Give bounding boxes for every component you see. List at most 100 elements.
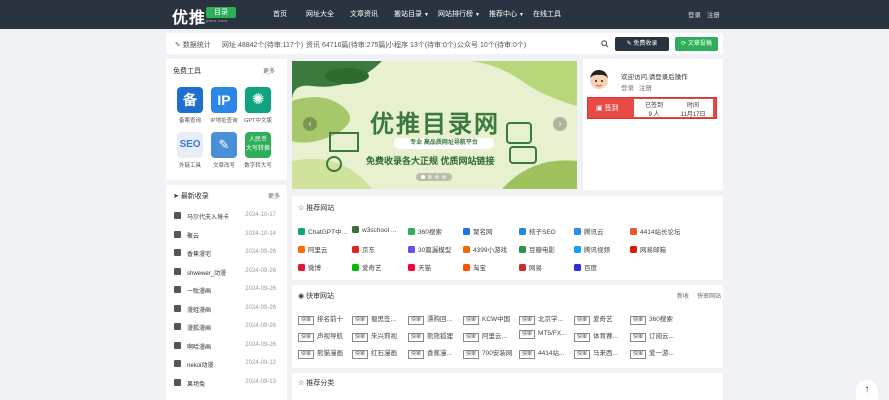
nav-recommend[interactable]: 推荐中心 ▼	[489, 9, 524, 19]
fast-site[interactable]: 快审 漂购回...	[408, 313, 452, 325]
fast-site[interactable]: 快审 蜀思签...	[352, 313, 396, 325]
fast-site[interactable]: 快审 700安装网	[463, 347, 512, 359]
login-link[interactable]: 登录	[688, 12, 701, 19]
news-item[interactable]: 聚云 2024-10-14	[172, 228, 280, 242]
recommend-site[interactable]: 网易	[519, 262, 542, 272]
back-to-top-button[interactable]: ↑	[856, 380, 878, 400]
fast-tag: 快审	[408, 333, 425, 342]
site-label: 爱奇艺	[362, 265, 382, 272]
tool-rewrite[interactable]: ✎ 文章改写	[209, 132, 239, 169]
fast-site[interactable]: 快审 爱一游...	[630, 347, 674, 359]
fast-tag: 快审	[408, 350, 425, 359]
user-login-link[interactable]: 登录	[621, 85, 634, 92]
fast-site[interactable]: 快审 爱奇艺	[574, 313, 613, 325]
news-item[interactable]: 啊哈漫画 2024-09-26	[172, 339, 280, 353]
fast-site[interactable]: 快审 红石漫画	[352, 347, 397, 359]
fast-site[interactable]: 快审 360搜索	[630, 313, 673, 325]
recommend-site[interactable]: 京东	[352, 244, 375, 254]
site-label: 360搜索	[418, 229, 442, 236]
recommend-site[interactable]: 百度	[574, 262, 597, 272]
fast-site[interactable]: 快审 4414站...	[519, 347, 564, 359]
fast-tab-review[interactable]: 快审网站	[697, 291, 721, 300]
tool-rmb[interactable]: 人民币 大写转换 数字转大写	[243, 132, 273, 169]
fast-site[interactable]: 快审 熊猫漫画	[298, 347, 344, 359]
carousel-dot[interactable]	[428, 175, 432, 179]
news-item[interactable]: 果场兔 2024-09-13	[172, 376, 280, 390]
tool-seo[interactable]: SEO 外链工具	[175, 132, 205, 169]
news-item[interactable]: 漫狐漫画 2024-09-26	[172, 320, 280, 334]
submit-site-button[interactable]: ✎ 免费收录	[615, 37, 669, 51]
site-label: 30篇漏模型	[418, 247, 452, 254]
fast-site[interactable]: 快审 熊熊狐狸	[408, 330, 453, 342]
tools-more-link[interactable]: 更多	[263, 66, 275, 75]
post-article-button[interactable]: ⟳ 文章投稿	[675, 37, 718, 51]
fast-site[interactable]: 快审 马来西...	[574, 347, 618, 359]
fast-site[interactable]: 快审 KCW中国	[463, 313, 510, 325]
fast-site[interactable]: 快审 阿里云...	[463, 330, 507, 342]
fast-site[interactable]: 快审 香蕉漫...	[408, 347, 452, 359]
nav-tools[interactable]: 在线工具	[533, 9, 561, 19]
news-item[interactable]: shwewer_动漫 2024-09-26	[172, 265, 280, 279]
star-icon: ☆	[298, 380, 307, 387]
carousel-next-button[interactable]: ›	[553, 117, 567, 131]
fast-site[interactable]: 快审 体育赛...	[574, 330, 618, 342]
fast-site[interactable]: 快审 订阅云...	[630, 330, 674, 342]
recommend-site[interactable]: w3school ...	[352, 226, 396, 236]
recommend-site[interactable]: 30篇漏模型	[408, 244, 451, 254]
recommend-site[interactable]: 桔子SEO	[519, 226, 556, 236]
recommend-site[interactable]: 聚名网	[463, 226, 493, 236]
tool-ip[interactable]: IP IP地址查询	[209, 87, 239, 124]
site-logo[interactable]: 优推 目录 ytmu.com	[172, 4, 238, 27]
nav-ranking[interactable]: 网站排行榜 ▼	[438, 9, 480, 19]
news-icon	[174, 230, 181, 238]
fast-site[interactable]: 快审 MT5/FX...	[519, 330, 567, 340]
site-label: 声视导航	[317, 333, 344, 340]
register-link[interactable]: 注册	[707, 12, 720, 19]
recommend-site[interactable]: 360搜索	[408, 226, 442, 236]
carousel-dot[interactable]	[442, 175, 446, 179]
nav-articles[interactable]: 文章资讯	[350, 9, 378, 19]
recommend-site[interactable]: 阿里云	[298, 244, 328, 254]
recommend-site[interactable]: ChatGPT中...	[298, 226, 347, 236]
nav-directory[interactable]: 搬站目录 ▼	[394, 9, 429, 19]
news-item[interactable]: 漫蛙漫画 2024-09-26	[172, 302, 280, 316]
recommend-site[interactable]: 豆瓣电影	[519, 244, 555, 254]
user-register-link[interactable]: 注册	[639, 85, 652, 92]
carousel-prev-button[interactable]: ‹	[303, 117, 317, 131]
recommend-site[interactable]: 4414站长论坛	[630, 226, 680, 236]
recommend-site[interactable]: 4399小游戏	[463, 244, 507, 254]
news-item[interactable]: 香蕉漫宅 2024-09-26	[172, 246, 280, 260]
fast-site[interactable]: 快审 排名前十	[298, 313, 343, 325]
fast-site[interactable]: 快审 声视导航	[298, 330, 344, 342]
fast-tag: 快审	[630, 316, 647, 325]
news-item[interactable]: 马尔代夫入境卡 2024-10-17	[172, 209, 280, 223]
fast-site[interactable]: 快审 朱兴莉视	[352, 330, 397, 342]
recommend-site[interactable]: 微博	[298, 262, 321, 272]
site-label: 熊猫漫画	[317, 350, 344, 357]
site-label: 腾讯云	[584, 229, 604, 236]
recommend-site[interactable]: 爱奇艺	[352, 262, 382, 272]
news-more-link[interactable]: 更多	[268, 191, 280, 200]
carousel-dot[interactable]	[435, 175, 439, 179]
tool-beian[interactable]: 备 备案查询	[175, 87, 205, 124]
fast-tab-new[interactable]: 新收	[677, 291, 689, 300]
site-favicon-icon	[463, 264, 470, 271]
signin-button[interactable]: ▣ 签到	[596, 103, 619, 113]
nav-sites[interactable]: 网址大全	[306, 9, 334, 19]
search-icon[interactable]	[601, 40, 609, 48]
nav-home[interactable]: 首页	[273, 9, 287, 19]
tool-gpt[interactable]: ✺ GPT中文版	[243, 87, 273, 124]
fast-site[interactable]: 快审 北京学...	[519, 313, 563, 325]
hero-carousel[interactable]: 优推目录网 专业 高品质网址导航平台 免费收录各大正规 优质网站链接 ‹ ›	[292, 61, 577, 189]
carousel-dot[interactable]	[421, 175, 425, 179]
news-item[interactable]: nekoi动漫 2024-09-12	[172, 357, 280, 371]
news-item[interactable]: 一耽漫画 2024-09-26	[172, 283, 280, 297]
time-label: 时间	[686, 103, 699, 109]
recommend-site[interactable]: 天猫	[408, 262, 431, 272]
recommend-site[interactable]: 淘宝	[463, 262, 486, 272]
recommend-site[interactable]: 网易邮箱	[630, 244, 666, 254]
news-date: 2024-09-12	[245, 360, 276, 366]
recommend-site[interactable]: 腾讯云	[574, 226, 604, 236]
recommend-site[interactable]: 腾讯视频	[574, 244, 610, 254]
site-label: 阿里云	[308, 247, 328, 254]
